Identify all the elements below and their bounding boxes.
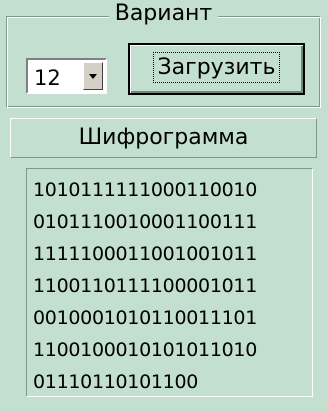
variant-caption-text: Вариант (108, 1, 219, 26)
cipher-section-title: Шифрограмма (10, 118, 317, 158)
cipher-line: 1100100010101011010 (33, 339, 257, 361)
cipher-line: 1111100011001001011 (33, 243, 257, 265)
cipher-line: 1010111111000110010 (33, 179, 257, 201)
cipher-line: 01110110101100 (33, 371, 199, 393)
cipher-line: 1100110111100001011 (33, 275, 257, 297)
cipher-line: 0101110010001100111 (33, 211, 257, 233)
variant-select[interactable]: 12 (26, 58, 107, 94)
chevron-down-icon[interactable] (83, 62, 103, 90)
cipher-text-area[interactable]: 1010111111000110010 0101110010001100111 … (26, 168, 313, 397)
cipher-line: 0010001010110011101 (33, 307, 257, 329)
load-button-label: Загрузить (152, 52, 281, 83)
load-button[interactable]: Загрузить (128, 43, 305, 95)
variant-select-value: 12 (34, 66, 61, 90)
variant-group-caption: Вариант (7, 1, 320, 26)
